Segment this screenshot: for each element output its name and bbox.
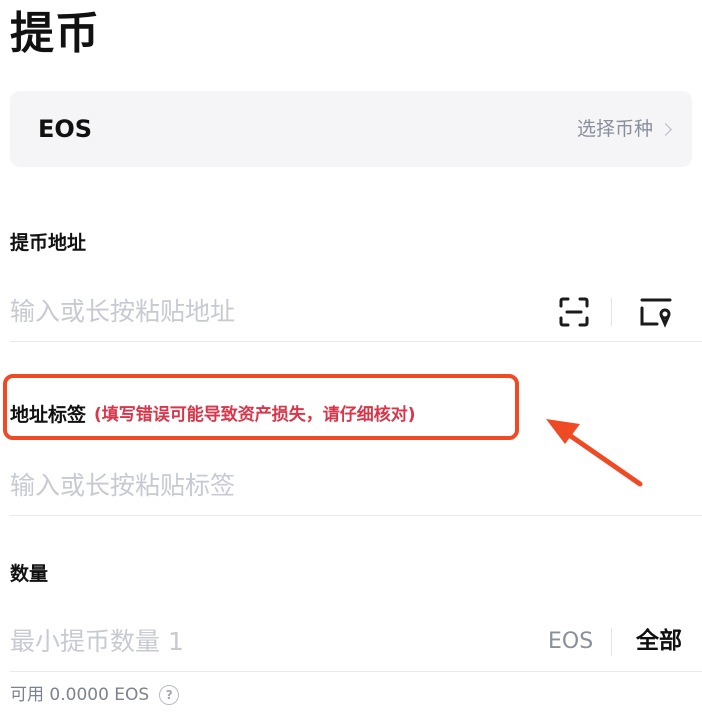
amount-unit: EOS	[548, 629, 594, 654]
select-coin-button[interactable]: 选择币种	[576, 115, 672, 143]
select-coin-label: 选择币种	[576, 118, 653, 140]
address-input[interactable]	[10, 283, 530, 339]
chevron-right-icon	[659, 122, 672, 136]
scan-icon[interactable]	[558, 296, 590, 328]
tag-label-row: 地址标签 (填写错误可能导致资产损失，请仔细核对)	[10, 401, 416, 429]
all-button[interactable]: 全部	[636, 626, 682, 656]
page-title: 提币	[10, 8, 100, 59]
available-balance: 可用 0.0000 EOS ?	[10, 682, 180, 708]
amount-label: 数量	[10, 563, 49, 585]
help-icon[interactable]: ?	[159, 685, 180, 705]
coin-selector[interactable]: EOS 选择币种	[10, 91, 692, 167]
address-field-row	[10, 283, 702, 342]
amount-input[interactable]	[10, 613, 530, 669]
tag-field-row	[10, 457, 702, 516]
divider	[611, 628, 612, 656]
coin-name: EOS	[38, 115, 93, 143]
address-book-icon[interactable]	[640, 296, 674, 328]
tag-input[interactable]	[10, 457, 530, 513]
amount-field-row: EOS 全部	[10, 613, 702, 672]
address-label: 提币地址	[10, 232, 87, 254]
divider	[611, 298, 612, 326]
available-text: 可用 0.0000 EOS	[10, 685, 150, 705]
tag-label: 地址标签	[10, 404, 87, 426]
tag-warning: (填写错误可能导致资产损失，请仔细核对)	[94, 405, 416, 425]
